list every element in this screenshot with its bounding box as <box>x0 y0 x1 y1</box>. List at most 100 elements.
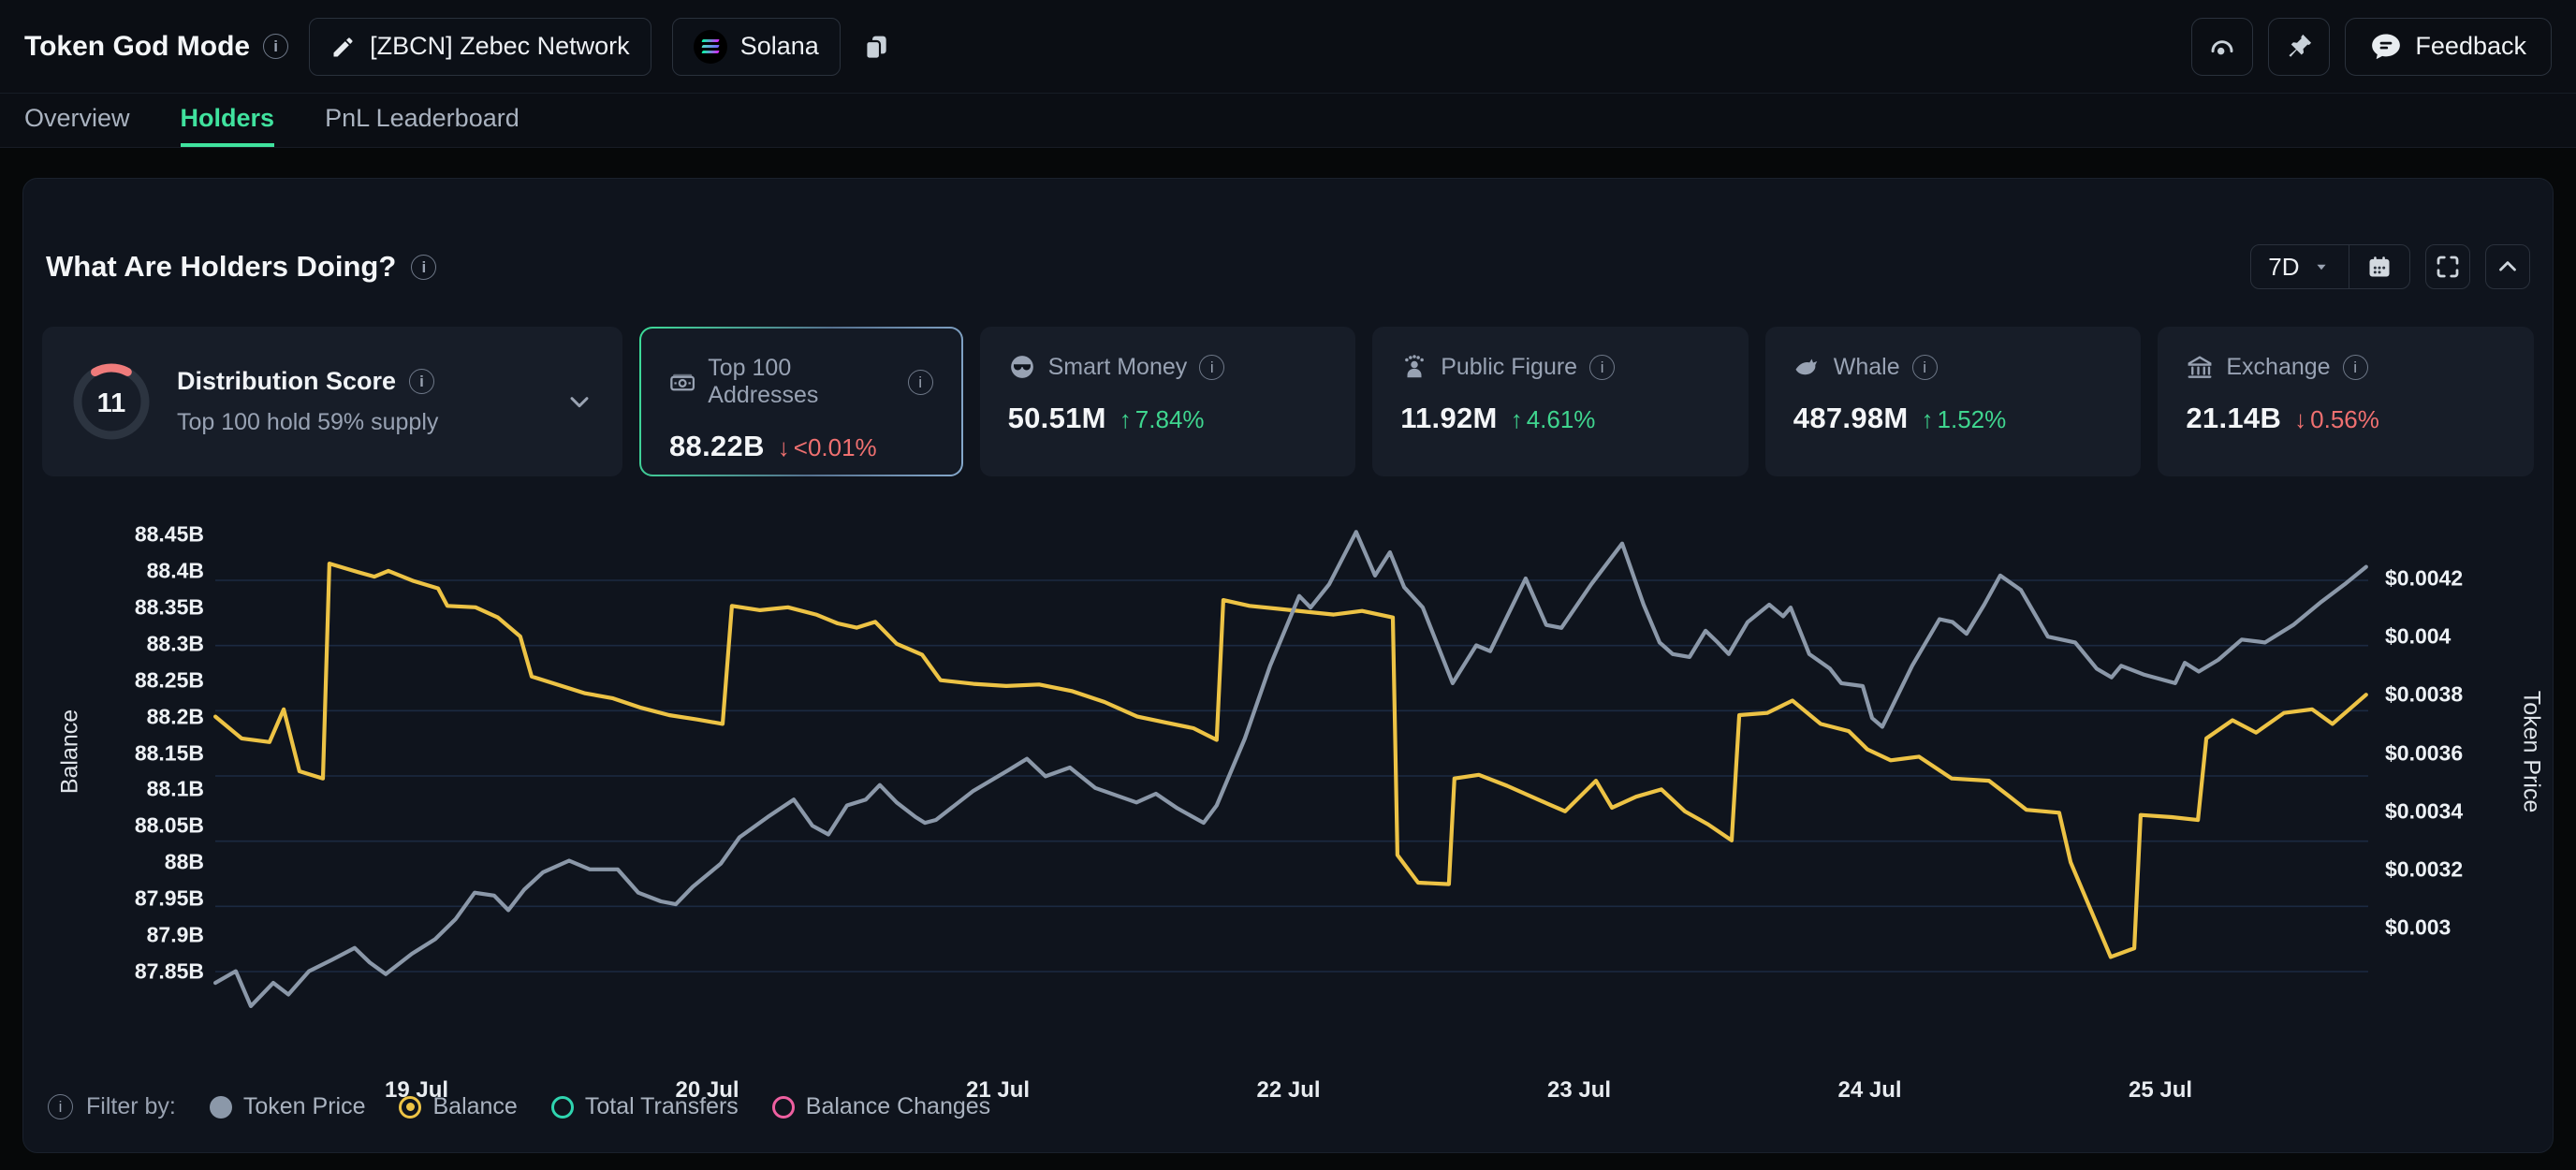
stat-label-text: Exchange <box>2226 354 2330 381</box>
info-icon[interactable] <box>1589 355 1615 380</box>
info-icon[interactable] <box>411 255 436 280</box>
stat-change: ↑7.84% <box>1120 405 1205 434</box>
page-title-text: Token God Mode <box>24 31 250 63</box>
stat-label-text: Smart Money <box>1048 354 1188 381</box>
feedback-bubble-icon <box>2370 31 2402 63</box>
info-icon[interactable] <box>908 370 933 395</box>
stat-card-top-100-addresses[interactable]: Top 100 Addresses 88.22B ↓<0.01% <box>639 327 963 476</box>
stat-card-exchange[interactable]: Exchange 21.14B ↓0.56% <box>2158 327 2534 476</box>
change-text: 7.84% <box>1135 405 1205 434</box>
feedback-button[interactable]: Feedback <box>2345 18 2552 76</box>
legend-item-token-price[interactable]: Token Price <box>210 1093 366 1120</box>
stat-value-row: 487.98M ↑1.52% <box>1793 402 2114 435</box>
stat-label-row: Smart Money <box>1008 353 1328 381</box>
stat-label-row: Public Figure <box>1400 353 1720 381</box>
distribution-score-card[interactable]: 11 Distribution Score Top 100 hold 59% s… <box>42 327 622 476</box>
tab-pnl-leaderboard[interactable]: PnL Leaderboard <box>325 94 520 147</box>
calendar-button[interactable] <box>2349 245 2409 288</box>
legend-marker-selected <box>399 1096 421 1119</box>
chain-chip-label: Solana <box>740 32 819 61</box>
stat-value-row: 21.14B ↓0.56% <box>2186 402 2506 435</box>
fullscreen-icon <box>2434 253 2462 281</box>
stat-value-row: 50.51M ↑7.84% <box>1008 402 1328 435</box>
copy-address-button[interactable] <box>861 32 891 62</box>
stat-value: 21.14B <box>2186 402 2281 435</box>
distribution-title: Distribution Score <box>177 367 438 396</box>
stat-label-row: Exchange <box>2186 353 2506 381</box>
legend-prefix-text: Filter by: <box>86 1093 176 1120</box>
stat-label-row: Whale <box>1793 353 2114 381</box>
info-icon[interactable] <box>1912 355 1938 380</box>
info-icon[interactable] <box>263 34 288 59</box>
pin-button[interactable] <box>2268 18 2330 76</box>
token-selector-label: [ZBCN] Zebec Network <box>370 32 630 61</box>
change-arrow: ↑ <box>1120 405 1132 434</box>
legend-item-balance-changes[interactable]: Balance Changes <box>772 1093 990 1120</box>
stat-change: ↑1.52% <box>1922 405 2007 434</box>
info-icon[interactable] <box>1199 355 1224 380</box>
chart-legend: Filter by: Token Price Balance Total Tra… <box>23 1093 2553 1152</box>
distribution-texts: Distribution Score Top 100 hold 59% supp… <box>177 367 438 436</box>
calendar-icon <box>2366 254 2393 280</box>
range-dropdown[interactable]: 7D <box>2251 245 2348 288</box>
tab-holders[interactable]: Holders <box>181 94 275 147</box>
panel-controls: 7D <box>2250 244 2530 289</box>
legend-marker-filled <box>210 1096 232 1119</box>
stat-change: ↑4.61% <box>1511 405 1596 434</box>
stat-value: 11.92M <box>1400 402 1498 435</box>
legend-label: Balance <box>432 1093 517 1120</box>
change-text: 1.52% <box>1938 405 2007 434</box>
solana-logo-icon <box>694 30 727 64</box>
top-bar: Token God Mode [ZBCN] Zebec Network Sola… <box>0 0 2576 94</box>
distribution-gauge: 11 <box>70 360 153 443</box>
legend-label: Token Price <box>243 1093 366 1120</box>
pin-icon <box>2284 32 2314 62</box>
caret-down-icon <box>2311 256 2332 277</box>
token-god-mode-page: { "header": { "title": "Token God Mode",… <box>0 0 2576 1170</box>
legend-marker-ring <box>551 1096 574 1119</box>
range-label: 7D <box>2268 253 2299 282</box>
collapse-button[interactable] <box>2485 244 2530 289</box>
legend-item-total-transfers[interactable]: Total Transfers <box>551 1093 739 1120</box>
stat-change: ↓<0.01% <box>778 433 877 462</box>
stat-card-public-figure[interactable]: Public Figure 11.92M ↑4.61% <box>1372 327 1749 476</box>
stat-value: 487.98M <box>1793 402 1909 435</box>
change-arrow: ↓ <box>778 433 790 462</box>
fullscreen-button[interactable] <box>2425 244 2470 289</box>
change-text: 4.61% <box>1527 405 1596 434</box>
legend-item-balance[interactable]: Balance <box>399 1093 517 1120</box>
distribution-subtitle: Top 100 hold 59% supply <box>177 409 438 436</box>
tab-overview[interactable]: Overview <box>24 94 130 147</box>
stat-card-inner: Top 100 Addresses 88.22B ↓<0.01% <box>641 329 961 475</box>
copy-icon <box>861 32 891 62</box>
date-range-control: 7D <box>2250 244 2410 289</box>
stat-card-whale[interactable]: Whale 487.98M ↑1.52% <box>1765 327 2142 476</box>
change-arrow: ↑ <box>1922 405 1934 434</box>
stat-card-smart-money[interactable]: Smart Money 50.51M ↑7.84% <box>980 327 1356 476</box>
panel-title: What Are Holders Doing? <box>46 250 436 284</box>
stat-label-text: Public Figure <box>1441 354 1577 381</box>
token-selector-button[interactable]: [ZBCN] Zebec Network <box>309 18 651 76</box>
distribution-score-value: 11 <box>97 388 126 418</box>
stat-change: ↓0.56% <box>2294 405 2379 434</box>
distribution-title-text: Distribution Score <box>177 367 396 396</box>
whale-icon <box>1793 353 1822 381</box>
info-icon[interactable] <box>48 1094 73 1119</box>
change-text: 0.56% <box>2310 405 2379 434</box>
legend-label: Balance Changes <box>806 1093 990 1120</box>
watch-button[interactable] <box>2191 18 2253 76</box>
change-arrow: ↓ <box>2294 405 2306 434</box>
change-arrow: ↑ <box>1511 405 1523 434</box>
info-icon[interactable] <box>2343 355 2368 380</box>
info-icon[interactable] <box>409 369 434 394</box>
chevron-down-icon[interactable] <box>564 387 594 417</box>
stat-value: 50.51M <box>1008 402 1106 435</box>
stat-value-row: 88.22B ↓<0.01% <box>669 430 933 463</box>
legend-marker-ring <box>772 1096 795 1119</box>
legend-label: Total Transfers <box>585 1093 739 1120</box>
legend-prefix: Filter by: <box>48 1093 176 1120</box>
chain-chip[interactable]: Solana <box>672 18 841 76</box>
tab-bar: Overview Holders PnL Leaderboard <box>0 94 2576 148</box>
chevron-up-icon <box>2494 253 2522 281</box>
pencil-icon <box>330 34 357 60</box>
